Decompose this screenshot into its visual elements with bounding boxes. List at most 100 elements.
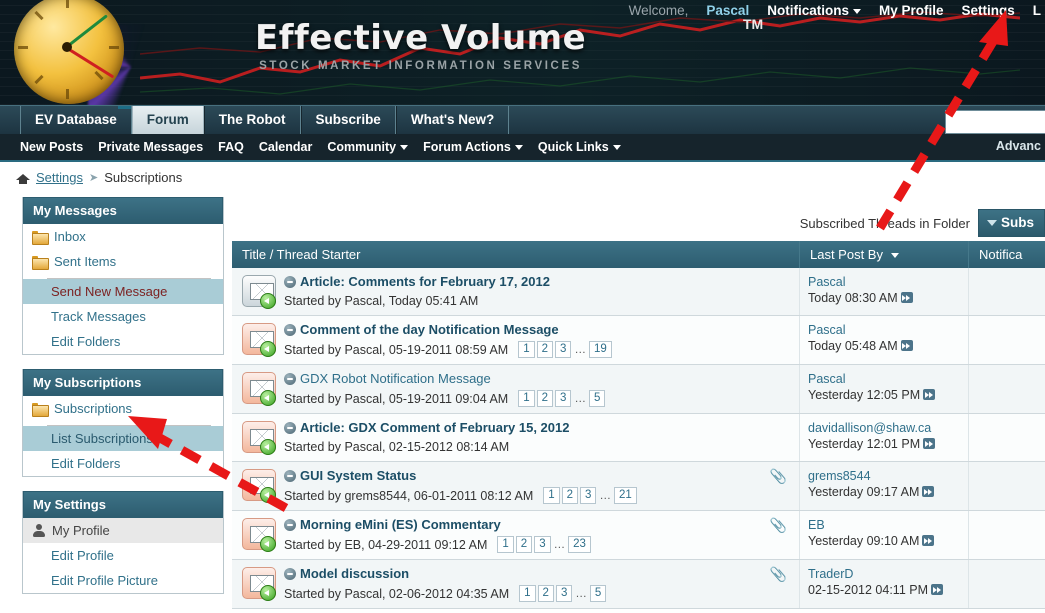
thread-title-link[interactable]: Comment of the day Notification Message	[300, 322, 559, 337]
page-link[interactable]: 2	[536, 390, 554, 407]
page-link[interactable]: 2	[515, 536, 533, 553]
sidebar-item-edit-folders-subscriptions[interactable]: Edit Folders	[23, 451, 223, 476]
subnav-community[interactable]: Community	[327, 140, 409, 154]
thread-title-link[interactable]: Article: GDX Comment of February 15, 201…	[300, 420, 569, 435]
sidebar-item-edit-profile[interactable]: Edit Profile	[23, 543, 223, 568]
notification-cell: Instant	[968, 315, 1045, 365]
last-post-user-link[interactable]: Pascal	[808, 322, 960, 338]
table-row[interactable]: 📎 GUI System Status Started by grems8544, …	[232, 461, 1045, 511]
go-to-last-post-icon[interactable]	[923, 438, 936, 449]
page-link[interactable]: 1	[519, 585, 536, 602]
table-row[interactable]: 📎 Morning eMini (ES) Commentary Started by…	[232, 510, 1045, 560]
main-content: Subscribed Threads in Folder Subs Title …	[232, 205, 1045, 609]
table-row[interactable]: GDX Robot Notification Message Started by…	[232, 364, 1045, 414]
tab-ev-database[interactable]: EV Database	[20, 106, 132, 134]
sidebar-item-subscriptions[interactable]: Subscriptions	[23, 396, 223, 421]
last-post-user-link[interactable]: EB	[808, 517, 960, 533]
go-to-first-unread-icon[interactable]	[284, 519, 296, 531]
sidebar-item-edit-profile-picture[interactable]: Edit Profile Picture	[23, 568, 223, 593]
page-link[interactable]: 2	[561, 487, 579, 504]
last-post-user-link[interactable]: davidallison@shaw.ca	[808, 420, 960, 436]
go-to-last-post-icon[interactable]	[931, 584, 943, 595]
page-link[interactable]: 23	[568, 536, 591, 553]
chevron-down-icon	[612, 145, 621, 151]
brand-block: Effective Volume TM STOCK MARKET INFORMA…	[255, 16, 763, 72]
go-to-last-post-icon[interactable]	[922, 486, 935, 497]
last-post-time: 02-15-2012 04:11 PM	[808, 582, 960, 598]
sidebar-item-track-messages[interactable]: Track Messages	[23, 304, 223, 329]
page-link[interactable]: 1	[543, 487, 560, 504]
go-to-first-unread-icon[interactable]	[284, 373, 296, 385]
go-to-last-post-icon[interactable]	[922, 535, 935, 546]
last-post-user-link[interactable]: Pascal	[808, 371, 960, 387]
tab-forum[interactable]: Forum	[131, 106, 204, 134]
go-to-first-unread-icon[interactable]	[284, 276, 296, 288]
nav-my-profile[interactable]: My Profile	[879, 3, 944, 18]
thread-title-link[interactable]: GUI System Status	[300, 468, 416, 483]
page-link[interactable]: 5	[588, 390, 606, 407]
page-link[interactable]: 21	[613, 487, 637, 504]
page-link[interactable]: 2	[537, 585, 554, 602]
page-link[interactable]: 3	[555, 341, 572, 358]
thread-title-link[interactable]: Model discussion	[300, 566, 409, 581]
breadcrumb-settings[interactable]: Settings	[36, 170, 83, 185]
sidebar-item-my-profile[interactable]: My Profile	[23, 518, 223, 543]
sidebar-item-edit-folders-messages[interactable]: Edit Folders	[23, 329, 223, 354]
folder-dropdown-button[interactable]: Subs	[977, 209, 1045, 237]
go-to-first-unread-icon[interactable]	[284, 470, 296, 482]
last-post-user-link[interactable]: Pascal	[808, 274, 960, 290]
page-links: 1 2 3… 5	[518, 390, 606, 407]
column-header-notification[interactable]: Notifica	[968, 241, 1045, 268]
last-post-user-link[interactable]: grems8544	[808, 468, 960, 484]
subnav-quick-links-label: Quick Links	[537, 140, 609, 154]
sidebar-item-send-new-message[interactable]: Send New Message	[23, 279, 223, 304]
folder-icon	[32, 403, 49, 417]
current-username-link[interactable]: Pascal	[706, 3, 749, 18]
page-link[interactable]: 1	[518, 341, 535, 358]
go-to-first-unread-icon[interactable]	[284, 324, 296, 336]
go-to-last-post-icon[interactable]	[900, 340, 913, 351]
page-link[interactable]: 3	[580, 487, 597, 504]
nav-logout[interactable]: L	[1033, 3, 1041, 18]
sidebar-item-list-subscriptions[interactable]: List Subscriptions	[23, 426, 223, 451]
site-logo[interactable]	[14, 0, 174, 105]
table-row[interactable]: Article: GDX Comment of February 15, 201…	[232, 413, 1045, 462]
go-to-last-post-icon[interactable]	[900, 292, 913, 303]
page-link[interactable]: 3	[534, 536, 551, 553]
table-row[interactable]: Article: Comments for February 17, 2012 S…	[232, 268, 1045, 316]
sidebar-item-sent-items[interactable]: Sent Items	[23, 249, 223, 274]
page-link[interactable]: 3	[555, 585, 573, 602]
nav-notifications[interactable]: Notifications	[767, 3, 861, 18]
page-link[interactable]: 1	[497, 536, 514, 553]
column-header-last-post[interactable]: Last Post By	[799, 241, 969, 268]
thread-title-link[interactable]: GDX Robot Notification Message	[300, 371, 491, 386]
page-link[interactable]: 19	[588, 341, 612, 358]
subnav-new-posts[interactable]: New Posts	[20, 140, 83, 154]
last-post-user-link[interactable]: TraderD	[808, 566, 960, 582]
page-link[interactable]: 2	[536, 341, 554, 358]
sidebar-item-inbox[interactable]: Inbox	[23, 224, 223, 249]
tab-subscribe[interactable]: Subscribe	[300, 106, 396, 134]
subnav-faq[interactable]: FAQ	[218, 140, 244, 154]
subnav-private-messages[interactable]: Private Messages	[98, 140, 203, 154]
tab-the-robot[interactable]: The Robot	[203, 106, 301, 134]
go-to-first-unread-icon[interactable]	[284, 422, 296, 434]
table-row[interactable]: 📎 Model discussion Started by Pascal, 02-0…	[232, 559, 1045, 609]
page-link[interactable]: 5	[589, 585, 607, 602]
go-to-first-unread-icon[interactable]	[284, 568, 296, 580]
thread-title-link[interactable]: Article: Comments for February 17, 2012	[300, 274, 550, 289]
go-to-last-post-icon[interactable]	[923, 389, 936, 400]
subnav-quick-links[interactable]: Quick Links	[538, 140, 621, 154]
column-header-title[interactable]: Title / Thread Starter	[232, 241, 800, 268]
subnav-calendar[interactable]: Calendar	[259, 140, 313, 154]
advanced-search-link[interactable]: Advanc	[996, 139, 1041, 153]
page-link[interactable]: 3	[555, 390, 572, 407]
nav-settings[interactable]: Settings	[961, 3, 1014, 18]
thread-title-link[interactable]: Morning eMini (ES) Commentary	[300, 517, 501, 532]
search-input[interactable]	[945, 110, 1045, 134]
tab-whats-new[interactable]: What's New?	[395, 106, 510, 134]
table-row[interactable]: Comment of the day Notification Message S…	[232, 315, 1045, 365]
page-link[interactable]: 1	[518, 390, 535, 407]
subnav-forum-actions[interactable]: Forum Actions	[423, 140, 523, 154]
home-icon[interactable]	[16, 170, 30, 184]
